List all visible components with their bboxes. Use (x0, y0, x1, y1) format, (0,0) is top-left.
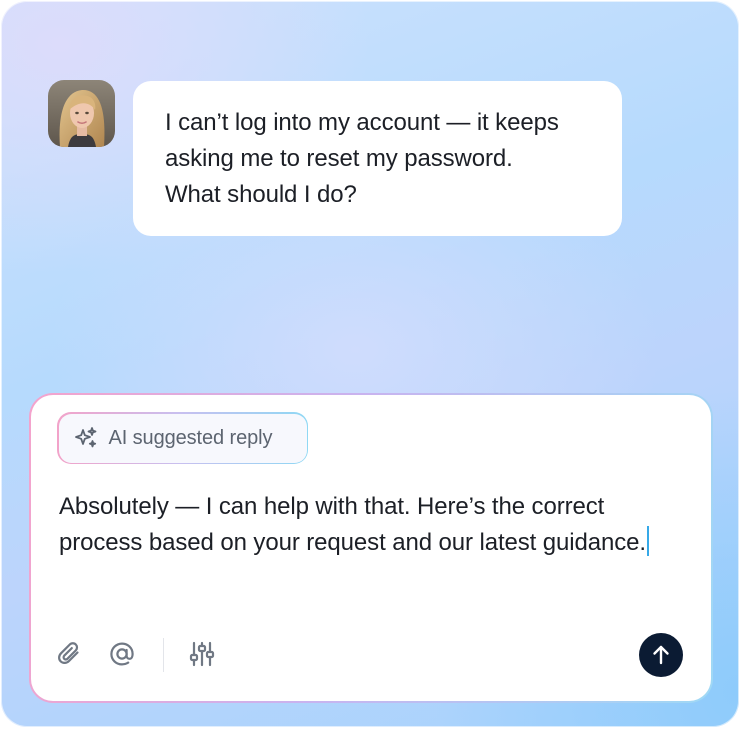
reply-text: Absolutely — I can help with that. Here’… (59, 493, 646, 556)
composer-body[interactable]: AI suggested reply Absolutely — I can he… (31, 395, 711, 701)
sparkle-icon (73, 425, 99, 451)
chat-card: I can’t log into my account — it keeps a… (1, 1, 739, 727)
sliders-icon[interactable] (187, 639, 217, 669)
reply-composer: AI suggested reply Absolutely — I can he… (29, 393, 713, 703)
chip-label: AI suggested reply (108, 426, 273, 449)
user-message-bubble: I can’t log into my account — it keeps a… (133, 81, 622, 236)
avatar (48, 80, 115, 147)
arrow-up-icon (653, 645, 669, 665)
text-caret (646, 526, 649, 556)
send-button[interactable] (639, 633, 683, 677)
ai-suggested-reply-chip[interactable]: AI suggested reply (57, 412, 308, 464)
toolbar-divider (163, 638, 164, 672)
at-sign-icon[interactable] (107, 639, 137, 669)
paperclip-icon[interactable] (55, 639, 85, 669)
reply-text-field[interactable]: Absolutely — I can help with that. Here’… (59, 489, 689, 561)
